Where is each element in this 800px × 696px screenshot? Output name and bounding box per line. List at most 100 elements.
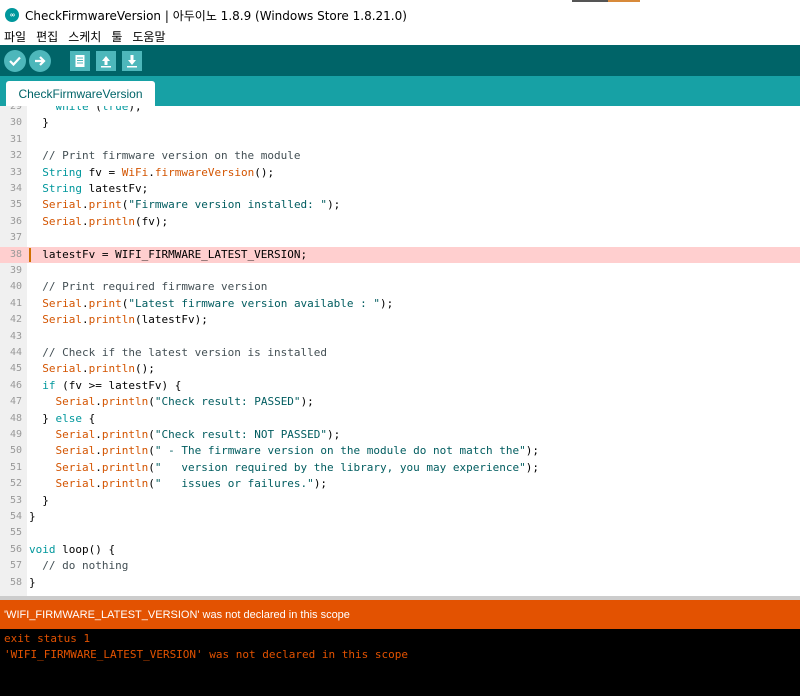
code-line-31[interactable]: 31 xyxy=(0,132,800,148)
line-number: 52 xyxy=(9,478,22,490)
arrow-right-icon xyxy=(35,55,46,66)
code-text: Serial.println(); xyxy=(42,362,155,376)
code-text: Serial.println(fv); xyxy=(42,214,169,228)
line-number: 36 xyxy=(9,215,22,227)
error-message: 'WIFI_FIRMWARE_LATEST_VERSION' was not d… xyxy=(4,608,350,621)
menu-sketch[interactable]: 스케치 xyxy=(68,28,101,45)
line-number: 48 xyxy=(9,412,22,424)
code-line-39[interactable]: 39 xyxy=(0,263,800,279)
line-number: 49 xyxy=(9,429,22,440)
code-line-35[interactable]: 35 Serial.print("Firmware version instal… xyxy=(0,197,800,213)
code-line-52[interactable]: 52 Serial.println(" issues or failures."… xyxy=(0,476,800,492)
code-line-45[interactable]: 45 Serial.println(); xyxy=(0,361,800,377)
line-number: 47 xyxy=(9,396,22,408)
code-line-42[interactable]: 42 Serial.println(latestFv); xyxy=(0,312,800,328)
line-number: 51 xyxy=(9,461,22,473)
code-line-36[interactable]: 36 Serial.println(fv); xyxy=(0,214,800,230)
line-number: 50 xyxy=(9,445,22,457)
code-line-57[interactable]: 57 // do nothing xyxy=(0,558,800,574)
menu-tools[interactable]: 툴 xyxy=(111,28,122,45)
line-number: 42 xyxy=(9,314,22,326)
line-number: 44 xyxy=(9,347,22,358)
code-text: Serial.println("Check result: NOT PASSED… xyxy=(55,428,341,441)
menu-file[interactable]: 파일 xyxy=(4,28,26,45)
code-text: Serial.println("Check result: PASSED"); xyxy=(55,395,314,409)
window-title: CheckFirmwareVersion | 아두이노 1.8.9 (Windo… xyxy=(25,8,407,23)
line-number: 41 xyxy=(9,297,22,309)
line-number: 31 xyxy=(9,133,22,145)
code-text: String latestFv; xyxy=(42,182,149,195)
tab-strip: CheckFirmwareVersion xyxy=(0,76,800,106)
code-line-47[interactable]: 47 Serial.println("Check result: PASSED"… xyxy=(0,394,800,410)
code-line-46[interactable]: 46 if (fv >= latestFv) { xyxy=(0,378,800,394)
code-line-40[interactable]: 40 // Print required firmware version xyxy=(0,279,800,295)
code-text: // do nothing xyxy=(42,559,129,573)
code-text: void loop() { xyxy=(29,542,116,556)
menu-help[interactable]: 도움말 xyxy=(132,28,165,45)
line-number: 53 xyxy=(9,494,22,506)
line-number: 38 xyxy=(9,248,22,260)
code-line-32[interactable]: 32 // Print firmware version on the modu… xyxy=(0,148,800,164)
code-line-44[interactable]: 44 // Check if the latest version is ins… xyxy=(0,345,800,361)
line-number: 43 xyxy=(9,330,22,342)
code-text: Serial.println(" version required by the… xyxy=(55,460,539,474)
line-number: 34 xyxy=(9,183,22,194)
code-line-33[interactable]: 33 String fv = WiFi.firmwareVersion(); xyxy=(0,165,800,181)
code-text: String fv = WiFi.firmwareVersion(); xyxy=(42,165,275,179)
code-line-30[interactable]: 30 } xyxy=(0,115,800,131)
taskbar-accent-orange xyxy=(608,0,640,2)
upload-button[interactable] xyxy=(29,49,51,72)
code-line-48[interactable]: 48 } else { xyxy=(0,411,800,427)
error-status-bar: 'WIFI_FIRMWARE_LATEST_VERSION' was not d… xyxy=(0,600,800,629)
code-line-56[interactable]: 56 void loop() { xyxy=(0,542,800,558)
code-text: // Print required firmware version xyxy=(42,280,268,294)
code-line-38[interactable]: 38 latestFv = WIFI_FIRMWARE_LATEST_VERSI… xyxy=(0,246,800,263)
check-icon xyxy=(9,56,21,66)
code-line-51[interactable]: 51 Serial.println(" version required by … xyxy=(0,460,800,476)
code-line-54[interactable]: 54} xyxy=(0,509,800,525)
save-button[interactable] xyxy=(122,50,142,71)
line-number: 30 xyxy=(9,117,22,129)
arrow-down-icon xyxy=(127,54,137,67)
code-text: } else { xyxy=(29,411,96,425)
code-line-37[interactable]: 37 xyxy=(0,230,800,246)
code-line-58[interactable]: 58} xyxy=(0,575,800,591)
code-text: Serial.print("Latest firmware version av… xyxy=(42,296,394,310)
new-button[interactable] xyxy=(70,50,90,71)
code-text: } xyxy=(29,510,36,523)
code-line-53[interactable]: 53 } xyxy=(0,493,800,509)
code-line-49[interactable]: 49 Serial.println("Check result: NOT PAS… xyxy=(0,427,800,443)
line-number: 35 xyxy=(9,199,22,211)
toolbar xyxy=(0,45,800,76)
code-text: } xyxy=(29,575,36,589)
code-text: if (fv >= latestFv) { xyxy=(42,378,182,392)
console-output[interactable]: exit status 1 'WIFI_FIRMWARE_LATEST_VERS… xyxy=(0,629,800,696)
line-number: 33 xyxy=(9,166,22,178)
verify-button[interactable] xyxy=(4,49,26,72)
menu-edit[interactable]: 편집 xyxy=(36,28,58,45)
line-number: 46 xyxy=(9,379,22,391)
code-text: // Check if the latest version is instal… xyxy=(42,346,328,359)
line-number: 58 xyxy=(9,576,22,588)
tab-checkfirmwareversion[interactable]: CheckFirmwareVersion xyxy=(6,81,155,106)
line-number: 37 xyxy=(9,232,22,244)
code-line-41[interactable]: 41 Serial.print("Latest firmware version… xyxy=(0,296,800,312)
taskbar-accent xyxy=(572,0,608,2)
line-number: 54 xyxy=(9,511,22,522)
code-line-34[interactable]: 34 String latestFv; xyxy=(0,181,800,197)
code-text: Serial.println(" issues or failures."); xyxy=(55,477,328,491)
open-button[interactable] xyxy=(96,50,116,71)
code-line-43[interactable]: 43 xyxy=(0,329,800,345)
title-bar: ∞ CheckFirmwareVersion | 아두이노 1.8.9 (Win… xyxy=(0,0,800,30)
code-text: Serial.println(" - The firmware version … xyxy=(55,444,539,458)
line-number: 29 xyxy=(9,106,22,112)
code-editor[interactable]: 29 while (true); 30 } 31 32 // Print firmwa… xyxy=(0,106,800,596)
document-icon xyxy=(75,54,85,67)
arduino-logo-icon: ∞ xyxy=(5,8,19,22)
code-text: Serial.println(latestFv); xyxy=(42,313,208,327)
code-line-29[interactable]: 29 while (true); xyxy=(0,106,800,115)
console-line: 'WIFI_FIRMWARE_LATEST_VERSION' was not d… xyxy=(4,648,408,661)
line-number: 55 xyxy=(9,527,22,539)
code-line-55[interactable]: 55 xyxy=(0,525,800,541)
code-line-50[interactable]: 50 Serial.println(" - The firmware versi… xyxy=(0,443,800,459)
